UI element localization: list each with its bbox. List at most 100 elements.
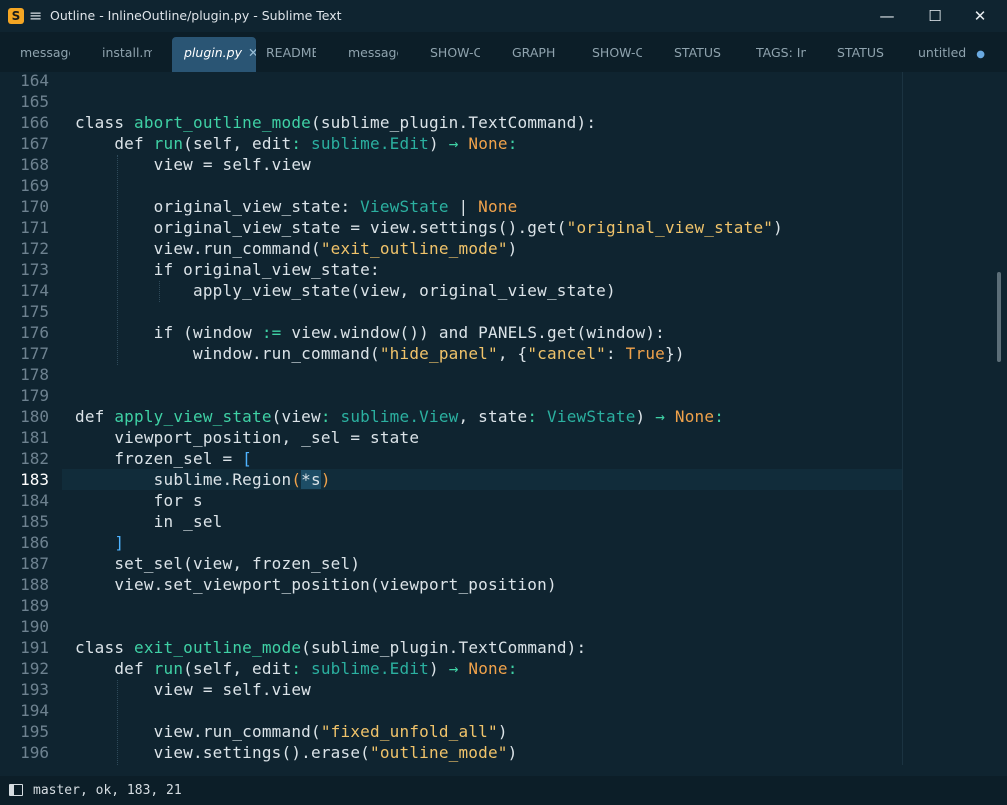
code-token: frozen_sel =: [75, 449, 243, 468]
code-token: viewport_position, _sel = state: [75, 428, 420, 447]
code-token: "original_view_state": [566, 218, 774, 237]
code-token: ): [429, 134, 449, 153]
code-line[interactable]: view.run_command("fixed_unfold_all"): [75, 722, 508, 741]
line-number: 174: [20, 281, 49, 300]
tab-tags[interactable]: TAGS: In: [756, 37, 806, 72]
code-token: }): [665, 344, 685, 363]
code-line[interactable]: original_view_state = view.settings().ge…: [75, 218, 783, 237]
code-line[interactable]: view = self.view: [75, 155, 311, 174]
code-token: in _sel: [75, 512, 223, 531]
code-token: ): [635, 407, 656, 426]
code-token: ): [773, 218, 783, 237]
tab-readme[interactable]: README: [266, 37, 316, 72]
code-line[interactable]: view.settings().erase("outline_mode"): [75, 743, 518, 762]
code-token: apply_view_state: [114, 407, 272, 426]
code-editor[interactable]: 164 165 166 167 168 169 170 171 172 173 …: [0, 72, 1007, 765]
line-number: 168: [20, 155, 49, 174]
code-token: *s: [301, 470, 321, 489]
line-number: 195: [20, 722, 49, 741]
code-line[interactable]: set_sel(view, frozen_sel): [75, 554, 360, 573]
tab-label: STATUS: [837, 45, 884, 60]
line-number: 173: [20, 260, 49, 279]
code-token: sublime.Region: [75, 470, 292, 489]
tab-status-2[interactable]: STATUS: [837, 37, 887, 72]
tab-show-c-1[interactable]: SHOW-C: [430, 37, 480, 72]
code-token: "fixed_unfold_all": [320, 722, 498, 741]
code-token: (sublime_plugin.TextCommand):: [311, 113, 597, 132]
code-token: ): [507, 239, 518, 258]
code-line[interactable]: frozen_sel = [: [75, 449, 252, 468]
code-token: ): [320, 470, 331, 489]
code-line[interactable]: def apply_view_state(view: sublime.View,…: [75, 407, 724, 426]
code-line[interactable]: view = self.view: [75, 680, 311, 699]
tab-bar: message install.m plugin.py ✕ README mess…: [0, 32, 1007, 72]
code-token: ): [429, 659, 449, 678]
code-line[interactable]: if original_view_state:: [75, 260, 380, 279]
code-token: :: [507, 134, 518, 153]
code-token: run: [153, 134, 184, 153]
tab-label: message: [348, 45, 398, 60]
code-token: :: [527, 407, 538, 426]
code-line[interactable]: class abort_outline_mode(sublime_plugin.…: [75, 113, 596, 132]
tab-show-c-2[interactable]: SHOW-C: [592, 37, 642, 72]
code-token: ViewState: [537, 407, 636, 426]
tab-label: GRAPH: [512, 45, 556, 60]
menu-icon[interactable]: ≡: [29, 6, 42, 25]
code-line[interactable]: def run(self, edit: sublime.Edit) → None…: [75, 134, 518, 153]
code-token: :=: [261, 323, 282, 342]
code-token: "exit_outline_mode": [320, 239, 508, 258]
tab-graph[interactable]: GRAPH: [512, 37, 562, 72]
line-number: 185: [20, 512, 49, 531]
status-text: master, ok, 183, 21: [33, 783, 182, 798]
tab-plugin-py[interactable]: plugin.py ✕: [172, 37, 256, 72]
code-token: :: [606, 344, 626, 363]
code-line[interactable]: viewport_position, _sel = state: [75, 428, 419, 447]
code-line[interactable]: def run(self, edit: sublime.Edit) → None…: [75, 659, 518, 678]
line-number: 187: [20, 554, 49, 573]
tab-label: TAGS: In: [756, 45, 806, 60]
tab-message-2[interactable]: message: [348, 37, 398, 72]
line-number: 184: [20, 491, 49, 510]
close-window-button[interactable]: ✕: [957, 0, 1003, 32]
tab-untitled[interactable]: untitled ●: [918, 37, 998, 72]
tab-label: untitled: [918, 45, 967, 60]
code-token: (sublime_plugin.TextCommand):: [301, 638, 587, 657]
code-token: def: [75, 134, 154, 153]
code-token: ): [507, 743, 518, 762]
code-line[interactable]: for s: [75, 491, 203, 510]
code-token: def: [75, 659, 154, 678]
code-line[interactable]: view.run_command("exit_outline_mode"): [75, 239, 518, 258]
code-token: (: [291, 470, 302, 489]
line-number: 176: [20, 323, 49, 342]
code-line[interactable]: window.run_command("hide_panel", {"cance…: [75, 344, 685, 363]
maximize-button[interactable]: ☐: [912, 0, 958, 32]
minimize-button[interactable]: —: [864, 0, 910, 32]
code-line[interactable]: apply_view_state(view, original_view_sta…: [75, 281, 616, 300]
window-title: Outline - InlineOutline/plugin.py - Subl…: [50, 8, 342, 23]
code-token: [: [242, 449, 253, 468]
code-token: sublime.Edit: [301, 659, 430, 678]
panel-toggle-icon[interactable]: [9, 784, 23, 796]
code-line[interactable]: view.set_viewport_position(viewport_posi…: [75, 575, 557, 594]
code-line[interactable]: class exit_outline_mode(sublime_plugin.T…: [75, 638, 586, 657]
code-token: ViewState: [360, 197, 449, 216]
tab-label: SHOW-C: [592, 45, 642, 60]
code-line[interactable]: ]: [75, 533, 124, 552]
tab-install[interactable]: install.m: [102, 37, 152, 72]
code-line[interactable]: if (window := view.window()) and PANELS.…: [75, 323, 665, 342]
tab-close-icon[interactable]: ✕: [248, 45, 256, 60]
code-token: (self, edit: [183, 134, 292, 153]
code-token: ]: [114, 533, 125, 552]
tab-status-1[interactable]: STATUS: [674, 37, 724, 72]
code-token: (self, edit: [183, 659, 292, 678]
code-line[interactable]: original_view_state: ViewState | None: [75, 197, 518, 216]
line-number: 166: [20, 113, 49, 132]
tab-message-1[interactable]: message: [20, 37, 70, 72]
code-line[interactable]: in _sel: [75, 512, 223, 531]
code-token: True: [625, 344, 666, 363]
code-token: , state: [458, 407, 528, 426]
code-line[interactable]: sublime.Region(*s): [75, 470, 331, 489]
code-token: def: [75, 407, 115, 426]
vertical-scrollbar[interactable]: [997, 272, 1001, 362]
